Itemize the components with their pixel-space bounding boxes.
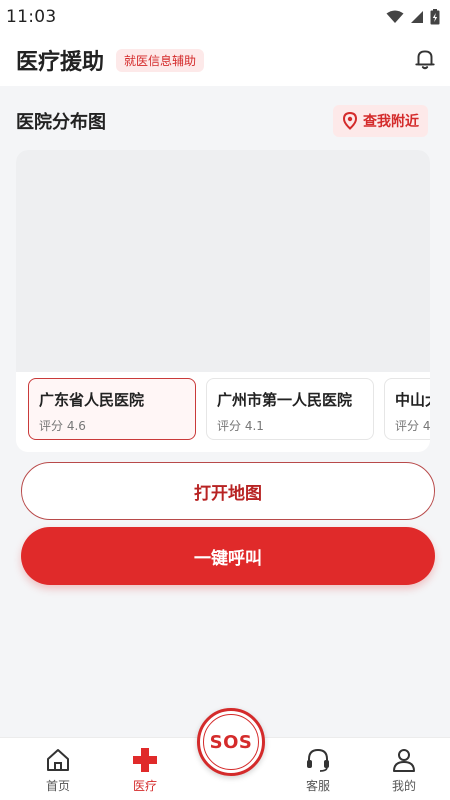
tab-medical[interactable]: 医疗 — [113, 746, 177, 794]
tab-home[interactable]: 首页 — [26, 746, 90, 794]
hospital-card[interactable]: 广州市第一人民医院 评分 4.1 — [206, 378, 374, 440]
hospital-rating: 评分 4.6 — [39, 419, 86, 433]
hospital-rating: 评分 4 — [395, 419, 430, 433]
sos-label: SOS — [203, 714, 259, 770]
hospital-name: 中山大学 — [395, 391, 430, 409]
map-area[interactable] — [16, 150, 430, 372]
page-title: 医疗援助 — [16, 50, 105, 75]
sos-button[interactable]: SOS — [197, 708, 265, 776]
find-nearby-label: 查我附近 — [363, 114, 419, 130]
location-pin-icon — [342, 112, 358, 130]
hospital-card[interactable]: 中山大学 评分 4 — [384, 378, 430, 440]
hospital-map-section-header: 医院分布图 查我附近 — [16, 104, 428, 138]
hospital-list[interactable]: 广东省人民医院 评分 4.6 广州市第一人民医院 评分 4.1 中山大学 评分 … — [28, 378, 430, 442]
medical-cross-icon — [133, 748, 157, 772]
bell-icon[interactable] — [412, 46, 438, 72]
tab-profile[interactable]: 我的 — [372, 746, 436, 794]
hospital-rating: 评分 4.1 — [217, 419, 264, 433]
open-map-label: 打开地图 — [194, 483, 262, 504]
status-bar: 11:03 — [0, 0, 450, 34]
status-time: 11:03 — [6, 7, 57, 27]
status-icons — [386, 9, 440, 25]
hospital-map-card: 广东省人民医院 评分 4.6 广州市第一人民医院 评分 4.1 中山大学 评分 … — [16, 150, 430, 452]
one-click-call-label: 一键呼叫 — [194, 548, 262, 569]
tab-customer-service-label: 客服 — [305, 779, 330, 793]
wifi-icon — [386, 10, 404, 23]
open-map-button[interactable]: 打开地图 — [21, 462, 435, 520]
app-header: 医疗援助 就医信息辅助 — [0, 34, 450, 86]
hospital-name: 广东省人民医院 — [39, 391, 145, 409]
user-icon — [393, 749, 415, 772]
one-click-call-button[interactable]: 一键呼叫 — [21, 527, 435, 585]
info-badge: 就医信息辅助 — [116, 48, 205, 72]
tab-medical-label: 医疗 — [132, 779, 157, 793]
tab-customer-service[interactable]: 客服 — [286, 746, 350, 794]
tab-home-label: 首页 — [45, 779, 70, 793]
signal-icon — [411, 11, 423, 23]
section-title: 医院分布图 — [16, 112, 106, 133]
find-nearby-button[interactable]: 查我附近 — [333, 105, 428, 137]
hospital-name: 广州市第一人民医院 — [217, 391, 353, 409]
headset-icon — [307, 748, 329, 772]
home-icon — [47, 749, 69, 771]
tab-profile-label: 我的 — [391, 779, 416, 793]
hospital-card[interactable]: 广东省人民医院 评分 4.6 — [28, 378, 196, 440]
battery-icon — [430, 9, 440, 25]
